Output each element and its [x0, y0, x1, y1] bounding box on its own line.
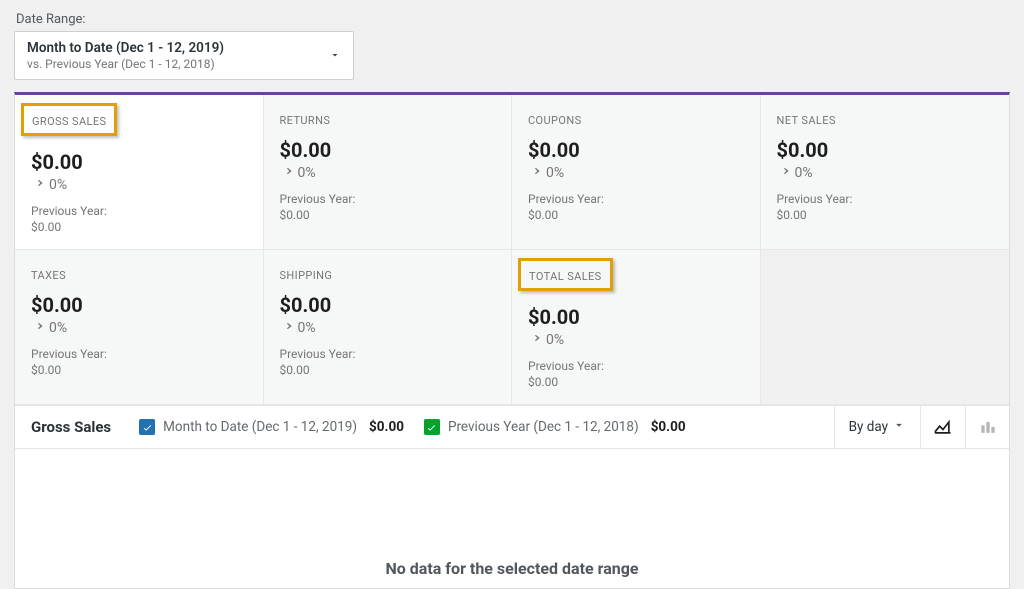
- metric-title: NET SALES: [777, 114, 836, 127]
- metric-value: $0.00: [280, 138, 496, 162]
- date-range-label: Date Range:: [16, 12, 1010, 27]
- metrics-grid: GROSS SALES$0.000%Previous Year:$0.00RET…: [15, 95, 1009, 405]
- date-range-main: Month to Date (Dec 1 - 12, 2019): [27, 40, 224, 56]
- metric-card[interactable]: NET SALES $0.00 0% Previous Year:$0.00: [761, 95, 1010, 250]
- metric-title: RETURNS: [280, 114, 331, 127]
- chart-title: Gross Sales: [31, 418, 111, 436]
- metric-change: 0%: [280, 164, 496, 182]
- metric-title: TOTAL SALES: [529, 270, 602, 283]
- metric-title: COUPONS: [528, 114, 582, 127]
- metric-card[interactable]: TAXES $0.00 0% Previous Year:$0.00: [15, 250, 264, 405]
- metric-value: $0.00: [31, 150, 247, 174]
- metric-card[interactable]: GROSS SALES $0.00 0% Previous Year:$0.00: [15, 95, 264, 250]
- arrow-right-icon: [528, 164, 542, 182]
- arrow-right-icon: [280, 319, 294, 337]
- metric-card[interactable]: RETURNS $0.00 0% Previous Year:$0.00: [264, 95, 513, 250]
- metric-card[interactable]: SHIPPING $0.00 0% Previous Year:$0.00: [264, 250, 513, 405]
- interval-picker[interactable]: By day: [834, 406, 920, 448]
- interval-label: By day: [849, 419, 888, 435]
- chart-area: No data for the selected date range: [15, 448, 1009, 588]
- arrow-right-icon: [31, 176, 45, 194]
- date-range-sub: vs. Previous Year (Dec 1 - 12, 2018): [27, 57, 224, 71]
- highlight-box: GROSS SALES: [21, 103, 117, 136]
- chart-header: Gross Sales Month to Date (Dec 1 - 12, 2…: [15, 405, 1009, 448]
- metric-change: 0%: [31, 176, 247, 194]
- metric-value: $0.00: [528, 305, 744, 329]
- metric-card-empty: [761, 250, 1010, 405]
- metric-compare: Previous Year:$0.00: [31, 347, 247, 378]
- arrow-right-icon: [777, 164, 791, 182]
- metric-card[interactable]: COUPONS $0.00 0% Previous Year:$0.00: [512, 95, 761, 250]
- metric-value: $0.00: [528, 138, 744, 162]
- metric-change: 0%: [280, 319, 496, 337]
- metric-value: $0.00: [777, 138, 994, 162]
- metric-change: 0%: [528, 164, 744, 182]
- chart-legend: Gross Sales Month to Date (Dec 1 - 12, 2…: [15, 406, 834, 448]
- metric-change: 0%: [528, 331, 744, 349]
- legend-value: $0.00: [651, 419, 686, 435]
- checkbox-checked-icon[interactable]: [424, 419, 440, 435]
- legend-label: Previous Year (Dec 1 - 12, 2018): [448, 419, 639, 435]
- metric-compare: Previous Year:$0.00: [280, 347, 496, 378]
- legend-label: Month to Date (Dec 1 - 12, 2019): [163, 419, 357, 435]
- metric-compare: Previous Year:$0.00: [528, 359, 744, 390]
- legend-item-compare[interactable]: Previous Year (Dec 1 - 12, 2018) $0.00: [424, 419, 686, 435]
- metric-compare: Previous Year:$0.00: [280, 192, 496, 223]
- arrow-right-icon: [31, 319, 45, 337]
- bar-chart-button[interactable]: [965, 406, 1009, 448]
- legend-item-primary[interactable]: Month to Date (Dec 1 - 12, 2019) $0.00: [139, 419, 404, 435]
- metric-value: $0.00: [280, 293, 496, 317]
- highlight-box: TOTAL SALES: [518, 258, 613, 291]
- metric-compare: Previous Year:$0.00: [528, 192, 744, 223]
- metric-value: $0.00: [31, 293, 247, 317]
- chevron-down-icon: [329, 46, 341, 65]
- chevron-down-icon: [892, 418, 906, 436]
- metric-title: GROSS SALES: [32, 115, 106, 128]
- chart-type-toggle: [920, 406, 1009, 448]
- date-range-picker[interactable]: Month to Date (Dec 1 - 12, 2019) vs. Pre…: [14, 31, 354, 80]
- metric-title: TAXES: [31, 269, 66, 282]
- checkbox-checked-icon[interactable]: [139, 419, 155, 435]
- metric-compare: Previous Year:$0.00: [31, 204, 247, 235]
- metric-compare: Previous Year:$0.00: [777, 192, 994, 223]
- report-container: GROSS SALES$0.000%Previous Year:$0.00RET…: [14, 92, 1010, 589]
- arrow-right-icon: [528, 331, 542, 349]
- metric-change: 0%: [777, 164, 994, 182]
- metric-change: 0%: [31, 319, 247, 337]
- arrow-right-icon: [280, 164, 294, 182]
- line-chart-button[interactable]: [921, 406, 965, 448]
- metric-title: SHIPPING: [280, 269, 333, 282]
- metric-card[interactable]: TOTAL SALES $0.00 0% Previous Year:$0.00: [512, 250, 761, 405]
- legend-value: $0.00: [369, 419, 404, 435]
